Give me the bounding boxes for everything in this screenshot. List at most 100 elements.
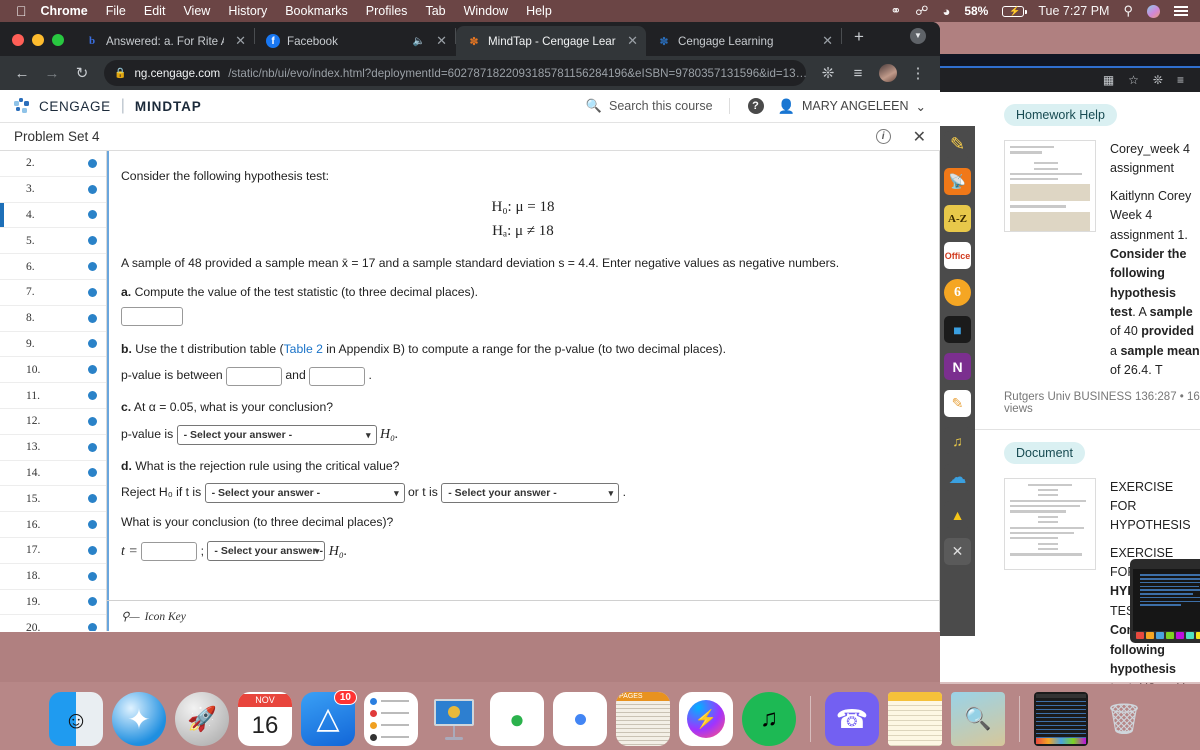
question-item-14[interactable]: 14. [0,461,106,487]
menu-item-help[interactable]: Help [526,4,552,18]
dock-viber[interactable]: ☎ [825,692,879,746]
back-button[interactable]: ← [8,59,36,87]
menu-item-view[interactable]: View [183,4,210,18]
question-item-9[interactable]: 9. [0,332,106,358]
book-icon[interactable]: ■ [944,316,971,343]
wifi-icon[interactable]: ◕ [942,4,950,19]
user-menu[interactable]: 👤 MARY ANGELEEN ⌄ [778,98,926,115]
onenote-icon[interactable]: N [944,353,971,380]
question-item-19[interactable]: 19. [0,590,106,616]
dictionary-az-icon[interactable]: A-Z [944,205,971,232]
dock-launchpad[interactable]: 🚀 [175,692,229,746]
search-result-1[interactable]: Corey_week 4 assignment Kaitlynn Corey W… [1004,140,1200,381]
background-browser-window[interactable]: ▦ ☆ ❊ ≡ Homework Help Corey_week 4 assig… [940,54,1200,684]
part-d-select-1[interactable]: - Select your answer - [204,483,405,504]
tab-mindtap[interactable]: ✽ MindTap - Cengage Learning ✕ [456,26,646,56]
info-icon[interactable]: i [875,129,891,144]
tab-cengage-close-icon[interactable]: ✕ [822,33,833,49]
tab-facebook-mute-icon[interactable]: 🔈 [413,36,425,47]
menu-item-history[interactable]: History [228,4,267,18]
tab-facebook-close-icon[interactable]: ✕ [436,33,447,49]
search-course-button[interactable]: 🔍 Search this course [586,98,730,114]
question-item-18[interactable]: 18. [0,564,106,590]
dock-preview[interactable]: 🔍 [951,692,1005,746]
part-b-input-2[interactable] [309,366,366,386]
close-icon[interactable]: ✕ [913,127,926,147]
question-item-6[interactable]: 6. [0,254,106,280]
dock-calendar[interactable]: NOV 16 [238,692,292,746]
office-icon[interactable]: Office [944,242,971,269]
close-window-button[interactable] [12,34,24,46]
part-d-t-input[interactable] [141,541,198,561]
tab-facebook[interactable]: f Facebook 🔈 ✕ [255,26,455,56]
menu-item-bookmarks[interactable]: Bookmarks [285,4,348,18]
question-item-2[interactable]: 2. [0,151,106,177]
bg-star-icon[interactable]: ☆ [1128,73,1139,87]
new-tab-button[interactable]: + [842,27,876,51]
help-icon[interactable]: ? [747,98,764,114]
part-d-select-3[interactable]: - Select your answer - [207,541,326,562]
tab-search-button[interactable]: ▼ [896,27,940,51]
dock-app-store[interactable]: △ 10 [301,690,357,746]
dock-trash[interactable]: 🗑 [1097,692,1151,746]
tab-bartleby-close-icon[interactable]: ✕ [235,33,246,49]
question-item-10[interactable]: 10. [0,357,106,384]
rss-icon[interactable]: 📡 [944,168,971,195]
part-c-select[interactable]: - Select your answer - [176,424,377,445]
control-center-icon[interactable] [1174,4,1188,18]
screen-share-icon[interactable]: ⚭ [890,3,901,19]
dock-reminders[interactable] [364,692,418,746]
part-d-select-2[interactable]: - Select your answer - [441,483,620,504]
siri-icon[interactable] [1147,4,1160,18]
question-item-4[interactable]: 4. [0,202,106,229]
tab-bartleby[interactable]: b Answered: a. For Rite Aid, is th ✕ [74,26,254,56]
maximize-window-button[interactable] [52,34,64,46]
dock-safari[interactable]: ✦ [112,692,166,746]
close-app-icon[interactable]: ✕ [944,538,971,565]
highlighter-icon[interactable]: ✎ [944,131,971,158]
question-item-3[interactable]: 3. [0,177,106,203]
dock-messenger[interactable]: ⚡ [679,692,733,746]
cengage-logo[interactable]: CENGAGE | MINDTAP [14,97,202,115]
bg-grid-icon[interactable]: ▦ [1103,73,1114,87]
reload-button[interactable]: ↻ [68,59,96,87]
spotlight-search-icon[interactable]: ⚲ [1123,3,1133,19]
dock-keynote[interactable] [427,692,481,746]
tab-cengage-learning[interactable]: ✽ Cengage Learning ✕ [646,26,841,56]
dock-pages[interactable]: PAGES [616,692,670,746]
extensions-puzzle-icon[interactable]: ❊ [814,59,842,87]
tab-mindtap-close-icon[interactable]: ✕ [627,33,638,49]
part-b-input-1[interactable] [226,366,283,386]
dock-finder[interactable]: ☺ [49,692,103,746]
notebook-icon[interactable]: ✎ [944,390,971,417]
icon-key-row[interactable]: ⚲— Icon Key [107,600,939,631]
onedrive-icon[interactable]: ☁ [944,464,971,491]
question-item-5[interactable]: 5. [0,228,106,255]
menu-item-profiles[interactable]: Profiles [366,4,408,18]
question-item-13[interactable]: 13. [0,435,106,461]
menu-item-tab[interactable]: Tab [425,4,445,18]
question-item-12[interactable]: 12. [0,409,106,435]
menu-item-window[interactable]: Window [464,4,508,18]
google-drive-icon[interactable]: ▲ [944,501,971,528]
dock-minimized-window[interactable] [1034,692,1088,746]
bluetooth-icon[interactable]: ☍ [915,3,928,19]
table-2-link[interactable]: Table 2 [284,342,323,356]
dock-numbers[interactable]: ● [490,692,544,746]
question-item-8[interactable]: 8. [0,306,106,332]
bg-media-icon[interactable]: ≡ [1177,73,1184,87]
minimize-window-button[interactable] [32,34,44,46]
address-bar[interactable]: 🔒 ng.cengage.com/static/nb/ui/evo/index.… [104,60,806,86]
question-item-16[interactable]: 16. [0,512,106,538]
dock-chrome[interactable]: ● [553,692,607,746]
bg-puzzle-icon[interactable]: ❊ [1153,73,1163,87]
menu-item-edit[interactable]: Edit [144,4,166,18]
question-item-11[interactable]: 11. [0,383,106,409]
media-list-icon[interactable]: ≡ [844,59,872,87]
question-item-17[interactable]: 17. [0,538,106,564]
menu-bar-clock[interactable]: Tue 7:27 PM [1038,4,1109,18]
question-item-15[interactable]: 15. [0,486,106,513]
apple-icon[interactable]:  [16,4,27,18]
forward-button[interactable]: → [38,59,66,87]
dock-notes[interactable] [888,692,942,746]
